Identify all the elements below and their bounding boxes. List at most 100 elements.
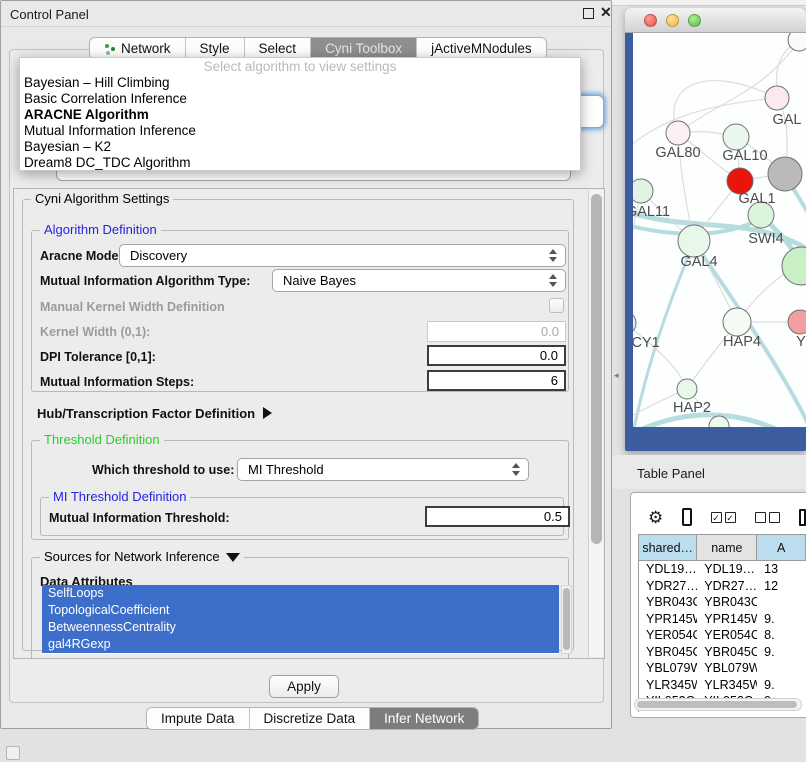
table-cell (757, 660, 806, 677)
dropdown-option[interactable]: Basic Correlation Inference (20, 91, 580, 107)
table-cell: YER054C (697, 627, 757, 644)
dropdown-option[interactable]: Bayesian – K2 (20, 139, 580, 155)
dropdown-option[interactable]: Dream8 DC_TDC Algorithm (20, 155, 580, 171)
deselect-all-checkboxes-icon[interactable] (755, 512, 780, 523)
attribute-list-item[interactable]: TopologicalCoefficient (42, 602, 559, 619)
attribute-list-item[interactable]: BetweennessCentrality (42, 619, 559, 636)
table-row[interactable]: YBR043CYBR043C (639, 594, 806, 611)
mi-steps-field[interactable] (427, 370, 566, 391)
table-cell: YBR043C (697, 594, 757, 611)
dpi-tolerance-label: DPI Tolerance [0,1]: (40, 350, 156, 364)
hub-definition-label: Hub/Transcription Factor Definition (37, 406, 255, 421)
tab-cyni-toolbox[interactable]: Cyni Toolbox (311, 38, 417, 59)
network-window-titlebar[interactable] (625, 8, 806, 33)
select-all-checkboxes-icon[interactable]: ✓✓ (711, 512, 736, 523)
tab-infer-network[interactable]: Infer Network (370, 708, 478, 729)
table-cell: YDL19… (639, 561, 697, 578)
network-node-hap2[interactable] (677, 379, 697, 399)
node-label-gal4: GAL4 (680, 254, 717, 270)
settings-vertical-scrollbar[interactable] (588, 190, 603, 657)
mi-type-value: Naive Bayes (283, 273, 356, 288)
which-threshold-combo[interactable]: MI Threshold (237, 458, 529, 481)
tab-network[interactable]: Network (90, 38, 186, 59)
kernel-width-label: Kernel Width (0,1): (40, 325, 150, 339)
network-canvas[interactable]: GALGAL80GAL10GAL11GAL1SWI4GAL4GCY1HAP4YH… (633, 33, 806, 427)
cyni-algorithm-settings-title: Cyni Algorithm Settings (31, 191, 173, 206)
network-node-gal4[interactable] (678, 225, 710, 257)
node-label-gal: GAL (772, 112, 801, 128)
table-row[interactable]: YBR045CYBR045C9. (639, 644, 806, 661)
minimize-traffic-light-icon[interactable] (666, 14, 679, 27)
table-row[interactable]: YDR27…YDR27…12 (639, 578, 806, 595)
sources-group-title: Sources for Network Inference (40, 549, 244, 564)
which-threshold-label: Which threshold to use: (92, 463, 234, 477)
cyni-mode-tab-bar: Impute DataDiscretize DataInfer Network (146, 707, 479, 730)
dropdown-option[interactable]: Mutual Information Inference (20, 123, 580, 139)
stepper-icon (512, 463, 520, 476)
table-cell: YLR345W (639, 677, 697, 694)
kernel-width-field[interactable] (427, 321, 566, 342)
network-node-gal11[interactable] (633, 179, 653, 203)
aracne-mode-value: Discovery (130, 248, 187, 263)
network-node-gal10[interactable] (723, 124, 749, 150)
attribute-list-item[interactable]: SelfLoops (42, 585, 559, 602)
minimized-panel-icon[interactable] (6, 746, 20, 760)
table-horizontal-scrollbar[interactable] (634, 698, 802, 711)
node-label-hap4: HAP4 (723, 334, 761, 350)
column-header-2[interactable]: name (697, 535, 757, 561)
attribute-list-item[interactable]: gal4RGexp (42, 636, 559, 653)
split-columns-icon[interactable] (682, 508, 691, 526)
attributes-list-scrollbar[interactable] (561, 585, 572, 654)
table-cell: YPR145W (697, 611, 757, 628)
control-panel-titlebar[interactable] (1, 1, 611, 27)
panel-divider-arrow-icon[interactable]: ◂ (614, 370, 619, 381)
table-cell: YER054C (639, 627, 697, 644)
network-node[interactable] (768, 157, 802, 191)
tab-style[interactable]: Style (186, 38, 245, 59)
table-cell (757, 594, 806, 611)
table-cell: 9. (757, 644, 806, 661)
network-node-swi4[interactable] (782, 247, 806, 285)
network-node-hap4[interactable] (723, 308, 751, 336)
data-attributes-list: SelfLoopsTopologicalCoefficientBetweenne… (42, 585, 559, 654)
settings-horizontal-scrollbar[interactable] (20, 658, 580, 659)
zoom-traffic-light-icon[interactable] (688, 14, 701, 27)
table-body: YDL19…YDL19…13YDR27…YDR27…12YBR043CYBR04… (639, 561, 806, 710)
dropdown-option[interactable]: ARACNE Algorithm (20, 107, 580, 123)
table-row[interactable]: YLR345WYLR345W9. (639, 677, 806, 694)
mi-threshold-field[interactable] (425, 506, 570, 527)
table-row[interactable]: YPR145WYPR145W9. (639, 611, 806, 628)
table-row[interactable]: YER054CYER054C8. (639, 627, 806, 644)
tab-impute-data[interactable]: Impute Data (147, 708, 250, 729)
tab-discretize-data[interactable]: Discretize Data (250, 708, 371, 729)
algorithm-definition-title: Algorithm Definition (40, 222, 161, 237)
manual-kernel-checkbox[interactable] (549, 298, 564, 313)
network-node[interactable] (788, 33, 806, 51)
float-window-icon[interactable] (583, 8, 594, 19)
dropdown-option[interactable]: Bayesian – Hill Climbing (20, 75, 580, 91)
network-icon (104, 43, 116, 55)
dpi-tolerance-field[interactable] (427, 345, 566, 366)
tab-select[interactable]: Select (245, 38, 312, 59)
column-header-1[interactable]: shared… (639, 535, 697, 561)
column-header-3[interactable]: A (757, 535, 806, 561)
network-node-gal[interactable] (765, 86, 789, 110)
mi-type-combo[interactable]: Naive Bayes (272, 269, 566, 292)
stepper-icon (549, 274, 557, 287)
table-cell: YDL19… (697, 561, 757, 578)
close-icon[interactable]: ✕ (600, 4, 612, 21)
dropdown-options: Bayesian – Hill ClimbingBasic Correlatio… (20, 75, 580, 171)
gear-icon[interactable]: ⚙ (648, 509, 663, 526)
network-node-gal80[interactable] (666, 121, 690, 145)
table-row[interactable]: YBL079WYBL079W (639, 660, 806, 677)
network-node-y[interactable] (788, 310, 806, 334)
hub-definition-toggle[interactable]: Hub/Transcription Factor Definition (37, 406, 272, 421)
cyni-settings-panel: Cyni Algorithm Settings Algorithm Defini… (13, 188, 605, 659)
close-traffic-light-icon[interactable] (644, 14, 657, 27)
control-panel-window: Control Panel ✕ NetworkStyleSelectCyni T… (0, 0, 612, 729)
table-row[interactable]: YDL19…YDL19…13 (639, 561, 806, 578)
aracne-mode-combo[interactable]: Discovery (119, 244, 566, 267)
apply-button[interactable]: Apply (269, 675, 339, 698)
tab-jactivemnodules[interactable]: jActiveMNodules (417, 38, 546, 59)
export-table-icon[interactable] (799, 509, 806, 526)
